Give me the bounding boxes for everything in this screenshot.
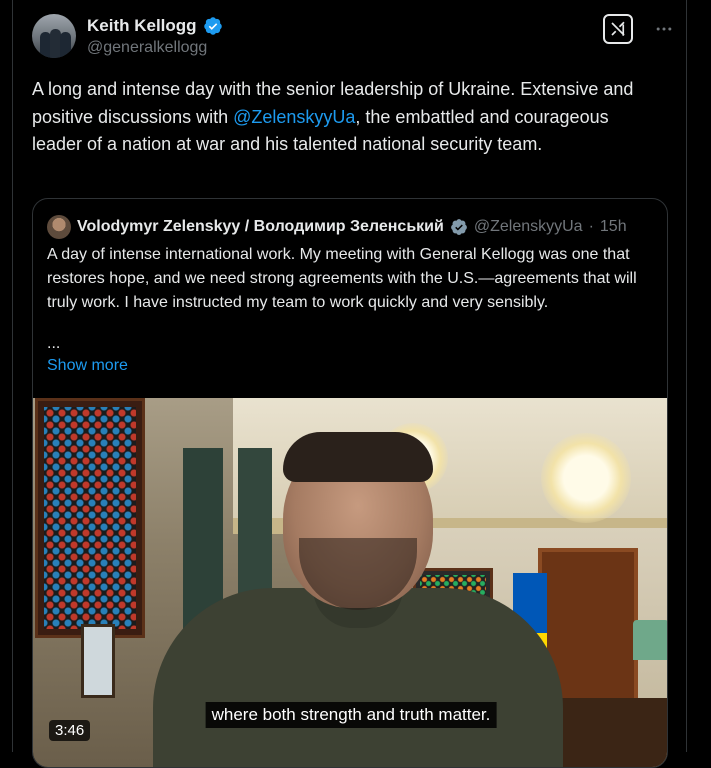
author-handle[interactable]: @generalkellogg: [87, 39, 207, 57]
show-more-link[interactable]: Show more: [47, 357, 128, 375]
left-divider: [12, 0, 13, 752]
quoted-author-handle: @ZelenskyyUa: [473, 218, 583, 235]
author-avatar[interactable]: [32, 14, 76, 58]
more-options-button[interactable]: [651, 16, 677, 42]
mention-link[interactable]: @ZelenskyyUa: [233, 107, 355, 127]
more-dots-icon: [656, 27, 672, 31]
right-divider: [686, 0, 687, 752]
speaker-hair: [283, 432, 433, 482]
video-patch-board: [35, 398, 145, 638]
quoted-ellipsis: ...: [47, 335, 61, 352]
quoted-author-name: Volodymyr Zelenskyy / Володимир Зеленськ…: [77, 218, 444, 235]
verified-badge-icon: [203, 17, 222, 35]
video-lamp: [633, 620, 667, 660]
video-subtitle: where both strength and truth matter.: [205, 702, 497, 728]
quoted-tweet-header: Volodymyr Zelenskyy / Володимир Зеленськ…: [47, 215, 627, 239]
quoted-timestamp[interactable]: 15h: [600, 218, 627, 236]
video-player[interactable]: where both strength and truth matter. 3:…: [33, 398, 667, 767]
video-duration-badge: 3:46: [49, 720, 91, 741]
meta-separator: ·: [588, 218, 594, 235]
author-name-line: Keith Kellogg: [87, 16, 223, 36]
video-portrait: [81, 624, 115, 698]
tweet-text: A long and intense day with the senior l…: [32, 76, 662, 159]
quoted-author-avatar: [47, 215, 71, 239]
grok-button[interactable]: [603, 14, 633, 44]
tweet-header: Keith Kellogg @generalkellogg: [32, 14, 677, 64]
xai-grok-icon: [611, 21, 625, 36]
author-name[interactable]: Keith Kellogg: [87, 16, 197, 36]
quoted-tweet[interactable]: Volodymyr Zelenskyy / Володимир Зеленськ…: [32, 198, 668, 768]
quoted-verified-badge-icon: [450, 219, 467, 235]
quoted-tweet-text: A day of intense international work. My …: [47, 246, 637, 311]
